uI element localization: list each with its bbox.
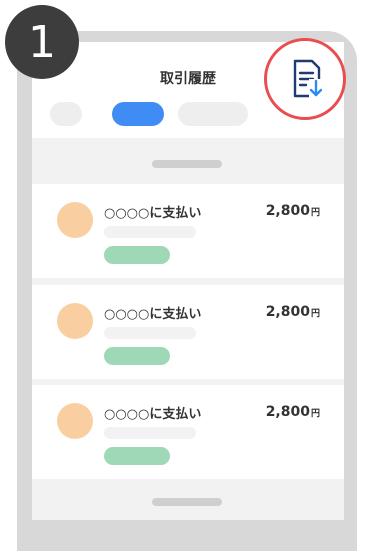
section-handle-bottom <box>152 498 222 506</box>
avatar <box>57 403 93 439</box>
transaction-card[interactable]: ○○○○に支払い 2,800円 <box>32 184 344 278</box>
placeholder-line <box>104 226 196 238</box>
download-button-highlight[interactable] <box>264 38 346 120</box>
avatar <box>57 303 93 339</box>
transaction-amount: 2,800円 <box>266 401 320 420</box>
status-pill <box>104 246 170 264</box>
status-pill <box>104 447 170 465</box>
tab-1[interactable] <box>50 102 82 126</box>
tab-3[interactable] <box>178 102 248 126</box>
transaction-title: ○○○○に支払い <box>104 407 202 422</box>
transaction-amount: 2,800円 <box>266 200 320 219</box>
amount-value: 2,800 <box>265 203 310 219</box>
placeholder-line <box>104 427 196 439</box>
step-number-badge: 1 <box>5 5 79 79</box>
document-download-icon <box>293 59 322 99</box>
transaction-amount: 2,800円 <box>266 301 320 320</box>
avatar <box>57 202 93 238</box>
amount-currency: 円 <box>310 208 320 218</box>
transaction-card[interactable]: ○○○○に支払い 2,800円 <box>32 385 344 479</box>
status-pill <box>104 347 170 365</box>
transaction-title: ○○○○に支払い <box>104 307 202 322</box>
step-number: 1 <box>28 16 56 68</box>
section-handle-top <box>152 160 222 168</box>
amount-value: 2,800 <box>265 404 310 420</box>
transaction-card[interactable]: ○○○○に支払い 2,800円 <box>32 285 344 379</box>
tab-2-active[interactable] <box>112 102 164 126</box>
amount-currency: 円 <box>310 409 320 419</box>
transaction-title: ○○○○に支払い <box>104 206 202 221</box>
amount-currency: 円 <box>310 309 320 319</box>
amount-value: 2,800 <box>265 304 310 320</box>
placeholder-line <box>104 327 196 339</box>
